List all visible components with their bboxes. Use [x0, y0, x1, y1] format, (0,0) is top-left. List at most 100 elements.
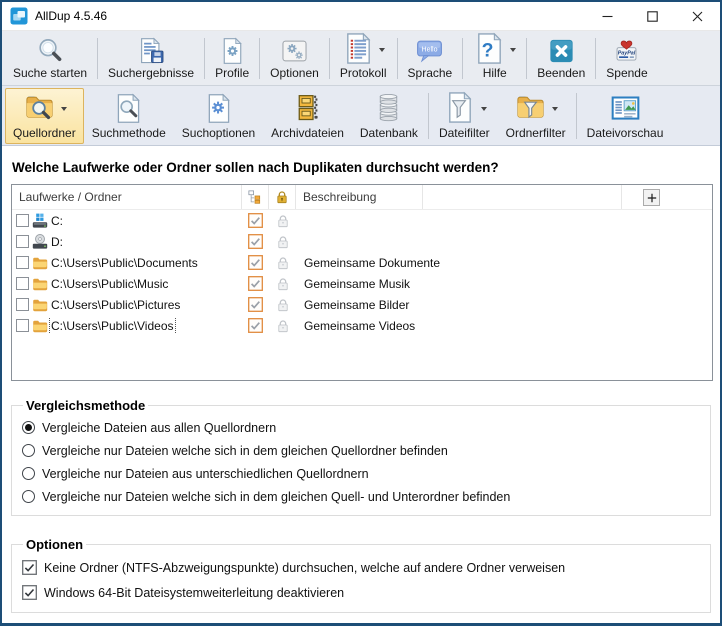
recurse-checked-icon[interactable]: [248, 318, 263, 333]
recurse-checked-icon[interactable]: [248, 234, 263, 249]
donate-button[interactable]: PayPal Spende: [598, 33, 655, 84]
toolbar-separator: [97, 38, 98, 79]
start-search-button[interactable]: Suche starten: [5, 33, 95, 84]
source-folders-button[interactable]: Quellordner: [5, 88, 84, 144]
lock-unlocked-icon[interactable]: [276, 235, 290, 249]
toolbar-separator: [595, 38, 596, 79]
row-select-checkbox[interactable]: [16, 277, 29, 290]
language-button[interactable]: Hello Sprache: [400, 33, 461, 84]
row-select-checkbox[interactable]: [16, 235, 29, 248]
archive-files-button[interactable]: Archivdateien: [263, 88, 352, 144]
row-description: Gemeinsame Dokumente: [296, 256, 712, 270]
radio-button[interactable]: [22, 490, 35, 503]
dropdown-arrow-icon[interactable]: [379, 48, 385, 52]
page-heading: Welche Laufwerke oder Ordner sollen nach…: [12, 160, 710, 175]
row-path: C:\Users\Public\Pictures: [51, 298, 180, 312]
table-row[interactable]: C:\Users\Public\Pictures Gemeinsame Bild…: [12, 294, 712, 315]
options-legend: Optionen: [23, 537, 86, 552]
checkbox-checked-icon[interactable]: [22, 585, 37, 600]
folder-funnel-icon: [513, 90, 548, 125]
donate-label: Spende: [606, 67, 647, 80]
table-row[interactable]: D:: [12, 231, 712, 252]
help-label: Hilfe: [483, 67, 507, 80]
table-row[interactable]: C:\Users\Public\Videos Gemeinsame Videos: [12, 315, 712, 336]
document-funnel-icon: [442, 90, 477, 125]
method-option-row[interactable]: Vergleiche Dateien aus allen Quellordner…: [22, 416, 700, 439]
recurse-checked-icon[interactable]: [248, 276, 263, 291]
options-button[interactable]: Optionen: [262, 33, 327, 84]
dropdown-arrow-icon[interactable]: [61, 107, 67, 111]
help-document-icon: ?: [473, 32, 506, 65]
column-header-lock[interactable]: [269, 185, 296, 209]
radio-button[interactable]: [22, 467, 35, 480]
file-filter-button[interactable]: Dateifilter: [431, 88, 498, 144]
exit-button[interactable]: Beenden: [529, 33, 593, 84]
lock-unlocked-icon[interactable]: [276, 277, 290, 291]
row-path: C:\Users\Public\Music: [51, 277, 168, 291]
method-option-row[interactable]: Vergleiche nur Dateien welche sich in de…: [22, 439, 700, 462]
recurse-checked-icon[interactable]: [248, 297, 263, 312]
options-label: Optionen: [270, 67, 319, 80]
lock-unlocked-icon[interactable]: [276, 256, 290, 270]
lock-unlocked-icon[interactable]: [276, 214, 290, 228]
option-checkbox-row[interactable]: Windows 64-Bit Dateisystemweiterleitung …: [22, 580, 700, 605]
dropdown-arrow-icon[interactable]: [510, 48, 516, 52]
gears-icon: [278, 37, 311, 65]
help-button[interactable]: ? Hilfe: [465, 33, 524, 84]
column-header-path[interactable]: Laufwerke / Ordner: [12, 185, 242, 209]
toolbar-separator: [428, 93, 429, 139]
search-results-button[interactable]: Suchergebnisse: [100, 33, 202, 84]
option-label: Keine Ordner (NTFS-Abzweigungspunkte) du…: [44, 561, 565, 575]
method-option-label: Vergleiche Dateien aus allen Quellordner…: [42, 421, 276, 435]
row-path: C:\Users\Public\Videos: [51, 319, 174, 333]
row-select-checkbox[interactable]: [16, 214, 29, 227]
close-button[interactable]: [675, 2, 720, 30]
toolbar-separator: [259, 38, 260, 79]
document-gear-blue-icon: [201, 92, 236, 125]
alldup-window: AllDup 4.5.46 Suche starten: [0, 0, 722, 626]
database-button[interactable]: Datenbank: [352, 88, 426, 144]
folder-icon: [32, 318, 48, 334]
profiles-button[interactable]: Profile: [207, 33, 257, 84]
minimize-button[interactable]: [585, 2, 630, 30]
column-header-description[interactable]: Beschreibung: [296, 185, 423, 209]
search-options-button[interactable]: Suchoptionen: [174, 88, 263, 144]
plus-icon: [647, 193, 657, 203]
protocol-button[interactable]: Protokoll: [332, 33, 395, 84]
toolbar-separator: [462, 38, 463, 79]
protocol-label: Protokoll: [340, 67, 387, 80]
recurse-checked-icon[interactable]: [248, 213, 263, 228]
options-group: Optionen Keine Ordner (NTFS-Abzweigungsp…: [11, 537, 711, 613]
table-row[interactable]: C:\Users\Public\Music Gemeinsame Musik: [12, 273, 712, 294]
column-header-recurse[interactable]: [242, 185, 269, 209]
search-method-button[interactable]: Suchmethode: [84, 88, 174, 144]
radio-button-checked[interactable]: [22, 421, 35, 434]
dropdown-arrow-icon[interactable]: [552, 107, 558, 111]
magnifier-icon: [34, 37, 67, 65]
lock-unlocked-icon[interactable]: [276, 298, 290, 312]
radio-button[interactable]: [22, 444, 35, 457]
row-select-checkbox[interactable]: [16, 319, 29, 332]
lock-unlocked-icon[interactable]: [276, 319, 290, 333]
checkbox-checked-icon[interactable]: [22, 560, 37, 575]
table-row[interactable]: C:\Users\Public\Documents Gemeinsame Dok…: [12, 252, 712, 273]
titlebar: AllDup 4.5.46: [2, 2, 720, 31]
folder-filter-button[interactable]: Ordnerfilter: [498, 88, 574, 144]
table-row[interactable]: C:: [12, 210, 712, 231]
source-folders-table[interactable]: Laufwerke / Ordner Beschreibung: [11, 184, 713, 381]
start-search-label: Suche starten: [13, 67, 87, 80]
row-select-checkbox[interactable]: [16, 256, 29, 269]
option-checkbox-row[interactable]: Keine Ordner (NTFS-Abzweigungspunkte) du…: [22, 555, 700, 580]
method-option-row[interactable]: Vergleiche nur Dateien aus unterschiedli…: [22, 462, 700, 485]
method-option-row[interactable]: Vergleiche nur Dateien welche sich in de…: [22, 485, 700, 508]
dropdown-arrow-icon[interactable]: [481, 107, 487, 111]
recurse-checked-icon[interactable]: [248, 255, 263, 270]
app-icon: [10, 7, 28, 25]
maximize-button[interactable]: [630, 2, 675, 30]
row-select-checkbox[interactable]: [16, 298, 29, 311]
comparison-method-legend: Vergleichsmethode: [23, 398, 148, 413]
file-preview-button[interactable]: Dateivorschau: [579, 88, 672, 144]
recurse-subfolders-icon: [248, 190, 262, 204]
folder-icon: [32, 276, 48, 292]
add-folder-button[interactable]: [643, 189, 660, 206]
